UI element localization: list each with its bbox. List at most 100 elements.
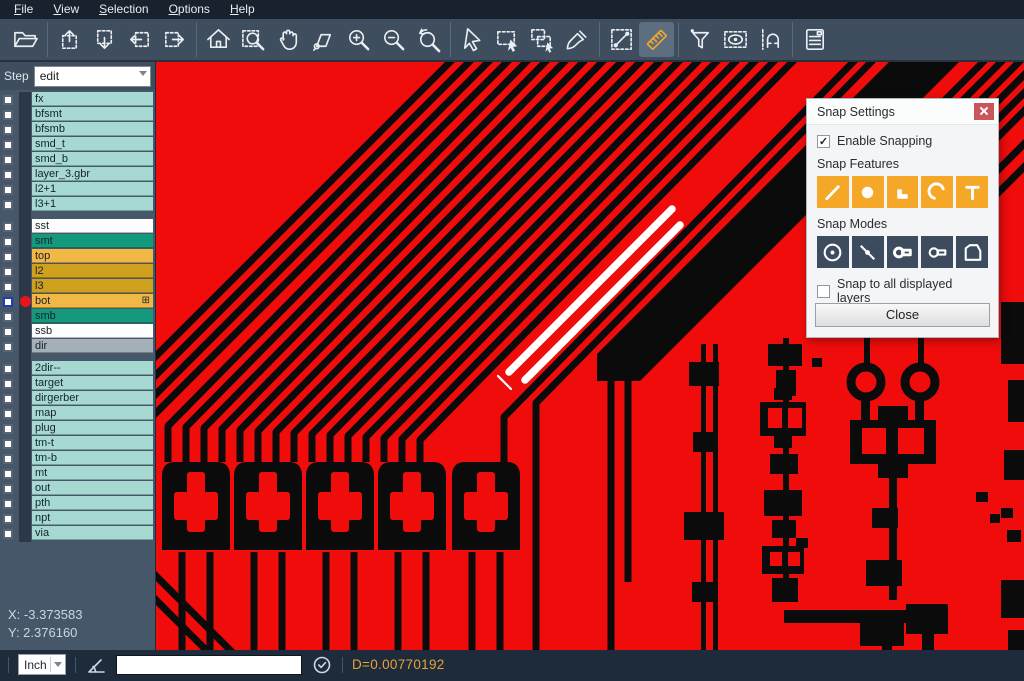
layer-row-tm-t[interactable]: tm-t [0,436,155,451]
layer-visibility-checkbox[interactable] [3,200,13,210]
snap-pad-filled-icon[interactable] [887,236,919,268]
layer-row-smd_b[interactable]: smd_b [0,152,155,167]
filter-icon[interactable] [683,22,718,57]
snap-all-layers-checkbox[interactable] [817,285,830,298]
layer-visibility-checkbox[interactable] [3,469,13,479]
layer-label[interactable]: smt [32,234,153,248]
measure-shape-icon[interactable] [306,22,341,57]
pcb-canvas[interactable]: Snap Settings Enable Snapping Snap Featu… [156,62,1024,650]
layer-label[interactable]: npt [32,511,153,525]
layer-row-l3[interactable]: l3 [0,279,155,294]
unit-select[interactable]: Inch [18,654,66,675]
layer-row-npt[interactable]: npt [0,511,155,526]
select-pointer-icon[interactable] [455,22,490,57]
layer-row-smd_t[interactable]: smd_t [0,137,155,152]
layer-label[interactable]: plug [32,421,153,435]
layer-visibility-checkbox[interactable] [3,312,13,322]
layer-label[interactable]: tm-t [32,436,153,450]
select-rect-icon[interactable] [490,22,525,57]
layer-visibility-checkbox[interactable] [3,484,13,494]
snap-circle-icon[interactable] [852,176,884,208]
snap-midpoint-icon[interactable] [852,236,884,268]
layer-row-via[interactable]: via [0,526,155,541]
layer-visibility-checkbox[interactable] [3,95,13,105]
layer-label[interactable]: 2dir-- [32,361,153,375]
layer-label[interactable]: l2 [32,264,153,278]
layer-row-top[interactable]: top [0,249,155,264]
snap-center-icon[interactable] [817,236,849,268]
layer-label[interactable]: layer_3.gbr [32,167,153,181]
pan-hand-icon[interactable] [271,22,306,57]
layer-label[interactable]: via [32,526,153,540]
layer-label[interactable]: smd_t [32,137,153,151]
layer-visibility-checkbox[interactable] [3,110,13,120]
paint-brush-icon[interactable] [560,22,595,57]
layer-row-dir[interactable]: dir [0,339,155,354]
layer-visibility-checkbox[interactable] [3,394,13,404]
menu-options[interactable]: Options [159,0,220,19]
layer-row-pth[interactable]: pth [0,496,155,511]
layer-visibility-checkbox[interactable] [3,185,13,195]
snap-text-icon[interactable] [956,176,988,208]
layer-label[interactable]: tm-b [32,451,153,465]
layer-label[interactable]: map [32,406,153,420]
layer-visibility-checkbox[interactable] [3,267,13,277]
layer-label[interactable]: dir [32,339,153,353]
layer-row-sst[interactable]: sst [0,219,155,234]
snap-magnet-icon[interactable] [753,22,788,57]
layer-visibility-checkbox[interactable] [3,439,13,449]
layer-label[interactable]: l2+1 [32,182,153,196]
select-group-icon[interactable] [525,22,560,57]
layer-row-bfsmt[interactable]: bfsmt [0,107,155,122]
layer-row-ssb[interactable]: ssb [0,324,155,339]
snap-arc-icon[interactable] [921,176,953,208]
menu-file[interactable]: File [4,0,43,19]
measure-distance-icon[interactable] [604,22,639,57]
layer-label[interactable]: fx [32,92,153,106]
command-input[interactable] [116,655,302,675]
close-icon[interactable] [974,103,994,120]
menu-selection[interactable]: Selection [89,0,158,19]
layer-visibility-checkbox[interactable] [3,170,13,180]
layer-label[interactable]: target [32,376,153,390]
layer-row-smt[interactable]: smt [0,234,155,249]
layer-label[interactable]: mt [32,466,153,480]
layer-visibility-checkbox[interactable] [3,125,13,135]
layer-visibility-checkbox[interactable] [3,282,13,292]
snap-surface-icon[interactable] [887,176,919,208]
layer-label[interactable]: pth [32,496,153,510]
layer-row-smb[interactable]: smb [0,309,155,324]
zoom-out-icon[interactable] [376,22,411,57]
layer-label[interactable]: sst [32,219,153,233]
menu-help[interactable]: Help [220,0,265,19]
import-right-icon[interactable] [157,22,192,57]
layer-visibility-checkbox[interactable] [3,297,13,307]
snap-contour-icon[interactable] [956,236,988,268]
zoom-window-icon[interactable] [236,22,271,57]
layer-label[interactable]: bot⊞ [32,294,153,308]
import-bottom-icon[interactable] [87,22,122,57]
report-list-icon[interactable] [797,22,832,57]
close-button[interactable]: Close [815,303,990,327]
layer-label[interactable]: bfsmb [32,122,153,136]
layer-row-out[interactable]: out [0,481,155,496]
layer-label[interactable]: ssb [32,324,153,338]
layer-row-plug[interactable]: plug [0,421,155,436]
layer-label[interactable]: bfsmt [32,107,153,121]
layer-visibility-checkbox[interactable] [3,379,13,389]
open-folder-icon[interactable] [8,22,43,57]
layer-visibility-checkbox[interactable] [3,252,13,262]
snap-pad-outline-icon[interactable] [921,236,953,268]
layer-visibility-checkbox[interactable] [3,237,13,247]
step-select[interactable]: edit [34,66,151,87]
layer-visibility-checkbox[interactable] [3,409,13,419]
layer-label[interactable]: out [32,481,153,495]
layer-row-target[interactable]: target [0,376,155,391]
layer-row-l2+1[interactable]: l2+1 [0,182,155,197]
zoom-previous-icon[interactable] [411,22,446,57]
layer-visibility-checkbox[interactable] [3,454,13,464]
view-region-icon[interactable] [718,22,753,57]
layer-visibility-checkbox[interactable] [3,327,13,337]
layer-label[interactable]: dirgerber [32,391,153,405]
layer-label[interactable]: smb [32,309,153,323]
